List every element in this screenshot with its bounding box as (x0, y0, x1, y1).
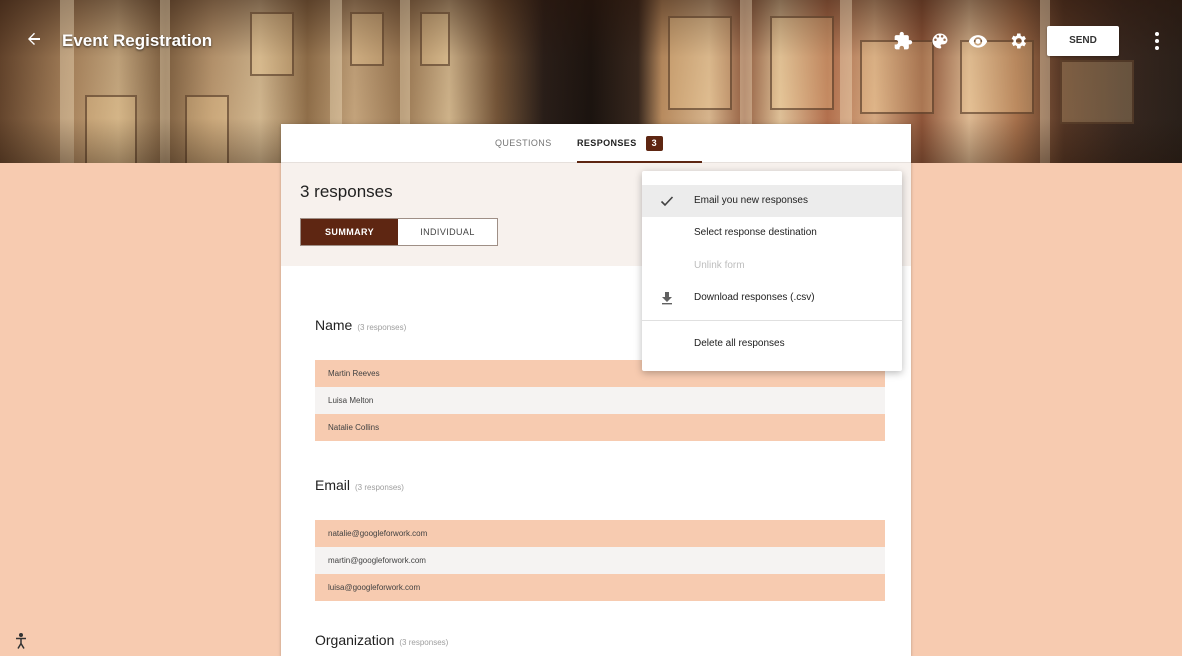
accessibility-icon[interactable] (13, 632, 29, 650)
question-title: Email (3 responses) (315, 477, 404, 493)
answers-list: natalie@googleforwork.com martin@googlef… (315, 520, 885, 601)
menu-item-select-destination[interactable]: Select response destination (642, 217, 902, 249)
question-response-count: (3 responses) (357, 323, 407, 332)
individual-toggle-button[interactable]: INDIVIDUAL (398, 219, 497, 245)
answer-row: martin@googleforwork.com (315, 547, 885, 574)
answer-row: natalie@googleforwork.com (315, 520, 885, 547)
question-title-text: Email (315, 477, 351, 493)
responses-options-menu: Email you new responses Select response … (642, 171, 902, 371)
tab-bar: QUESTIONS RESPONSES 3 (281, 124, 911, 163)
preview-eye-icon[interactable] (968, 31, 990, 53)
question-response-count: (3 responses) (355, 483, 404, 492)
menu-item-email-notifications[interactable]: Email you new responses (642, 185, 902, 217)
menu-item-label: Delete all responses (694, 338, 785, 349)
form-title: Event Registration (62, 31, 213, 50)
check-icon (660, 194, 674, 208)
menu-item-label: Email you new responses (694, 195, 808, 206)
menu-item-download-csv[interactable]: Download responses (.csv) (642, 282, 902, 314)
back-arrow-icon[interactable] (24, 30, 44, 50)
addons-puzzle-icon[interactable] (893, 31, 915, 53)
send-button[interactable]: SEND (1047, 26, 1119, 56)
response-count-text: 3 responses (300, 182, 393, 201)
menu-item-unlink-form: Unlink form (642, 250, 902, 282)
answer-row: luisa@googleforwork.com (315, 574, 885, 601)
question-title-text: Organization (315, 632, 395, 648)
menu-item-label: Unlink form (694, 260, 745, 271)
menu-item-label: Select response destination (694, 227, 817, 238)
menu-item-delete-all[interactable]: Delete all responses (642, 328, 902, 360)
answers-list: Martin Reeves Luisa Melton Natalie Colli… (315, 360, 885, 441)
top-bar: Event Registration SEND (0, 0, 1182, 84)
question-title: Name (3 responses) (315, 317, 406, 333)
menu-divider (642, 320, 902, 321)
view-toggle: SUMMARY INDIVIDUAL (300, 218, 498, 246)
question-title: Organization (3 responses) (315, 632, 448, 648)
responses-count-badge: 3 (645, 136, 664, 152)
more-options-icon[interactable] (1152, 30, 1162, 54)
menu-item-label: Download responses (.csv) (694, 292, 815, 303)
question-response-count: (3 responses) (399, 638, 449, 647)
question-title-text: Name (315, 317, 353, 333)
tab-responses-label: RESPONSES (577, 138, 637, 148)
answer-row: Natalie Collins (315, 414, 885, 441)
color-palette-icon[interactable] (930, 31, 952, 53)
summary-toggle-button[interactable]: SUMMARY (301, 219, 398, 245)
answer-row: Luisa Melton (315, 387, 885, 414)
download-icon (660, 291, 674, 305)
tab-questions[interactable]: QUESTIONS (495, 124, 552, 162)
settings-gear-icon[interactable] (1008, 31, 1030, 53)
tab-responses[interactable]: RESPONSES 3 (577, 124, 702, 163)
